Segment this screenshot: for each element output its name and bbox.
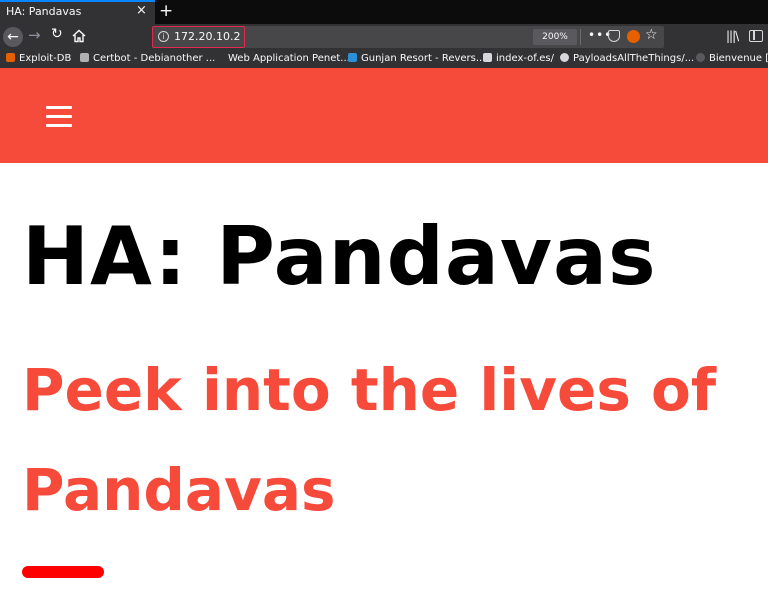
zoom-level-button[interactable]: 200% [533,29,577,45]
bookmark-star-icon[interactable]: ☆ [645,27,658,43]
extension-icon[interactable] [627,30,640,43]
bookmark-web-app-pentest[interactable]: Web Application Penet... [215,52,350,66]
bookmark-certbot[interactable]: Certbot - Debianother ... [80,52,215,66]
bookmark-label: Gunjan Resort - Revers... [361,53,486,64]
page-title: HA: Pandavas [22,210,657,303]
reload-icon[interactable]: ↻ [51,26,63,42]
new-tab-icon[interactable]: + [159,0,173,22]
navigation-toolbar: ← → ↻ i 172.20.10.2 200% ••• ☆ |||\ [0,24,768,50]
bookmark-gunjan-resort[interactable]: Gunjan Resort - Revers... [348,52,485,66]
url-bar-divider [580,29,581,45]
globe-icon [696,53,705,62]
tab-strip: HA: Pandavas × + [0,0,768,24]
certbot-icon [80,53,89,62]
bookmark-label: Certbot - Debianother ... [93,53,216,64]
home-icon[interactable] [72,28,86,47]
github-icon [560,53,569,62]
bookmark-label: Bienvenue [R [709,53,768,64]
forward-arrow-icon[interactable]: → [28,26,41,44]
bookmark-label: Web Application Penet... [228,53,350,64]
url-text[interactable]: 172.20.10.2 [174,30,240,43]
page-subtitle: Peek into the lives of Pandavas [22,356,717,524]
back-arrow-icon[interactable]: ← [3,27,23,47]
skull-icon [483,53,492,62]
site-header [0,68,768,163]
bookmark-label: Exploit-DB [19,53,72,64]
bookmark-bienvenue[interactable]: Bienvenue [R [696,52,768,66]
bookmark-index-of[interactable]: index-of.es/ [483,52,554,66]
url-bar[interactable]: i 172.20.10.2 200% ••• ☆ [152,26,664,48]
bookmarks-toolbar: Exploit-DB Certbot - Debianother ... Web… [0,50,768,68]
web-app-icon [215,53,224,62]
hamburger-menu-icon[interactable] [46,106,72,128]
bookmark-exploit-db[interactable]: Exploit-DB [6,52,71,66]
close-tab-icon[interactable]: × [136,3,147,18]
bookmark-label: PayloadsAllTheThings/... [573,53,695,64]
tab-ha-pandavas[interactable]: HA: Pandavas × [0,0,155,24]
sidebar-icon[interactable] [749,30,763,42]
pocket-icon[interactable] [608,30,620,42]
site-info-icon[interactable]: i [158,31,169,42]
bookmark-label: index-of.es/ [496,53,554,64]
tab-title: HA: Pandavas [6,5,82,18]
library-icon[interactable]: |||\ [726,29,739,43]
exploit-db-icon [6,53,15,62]
accent-divider [22,566,104,578]
bar-chart-icon [348,53,357,62]
bookmark-payloads[interactable]: PayloadsAllTheThings/... [560,52,694,66]
